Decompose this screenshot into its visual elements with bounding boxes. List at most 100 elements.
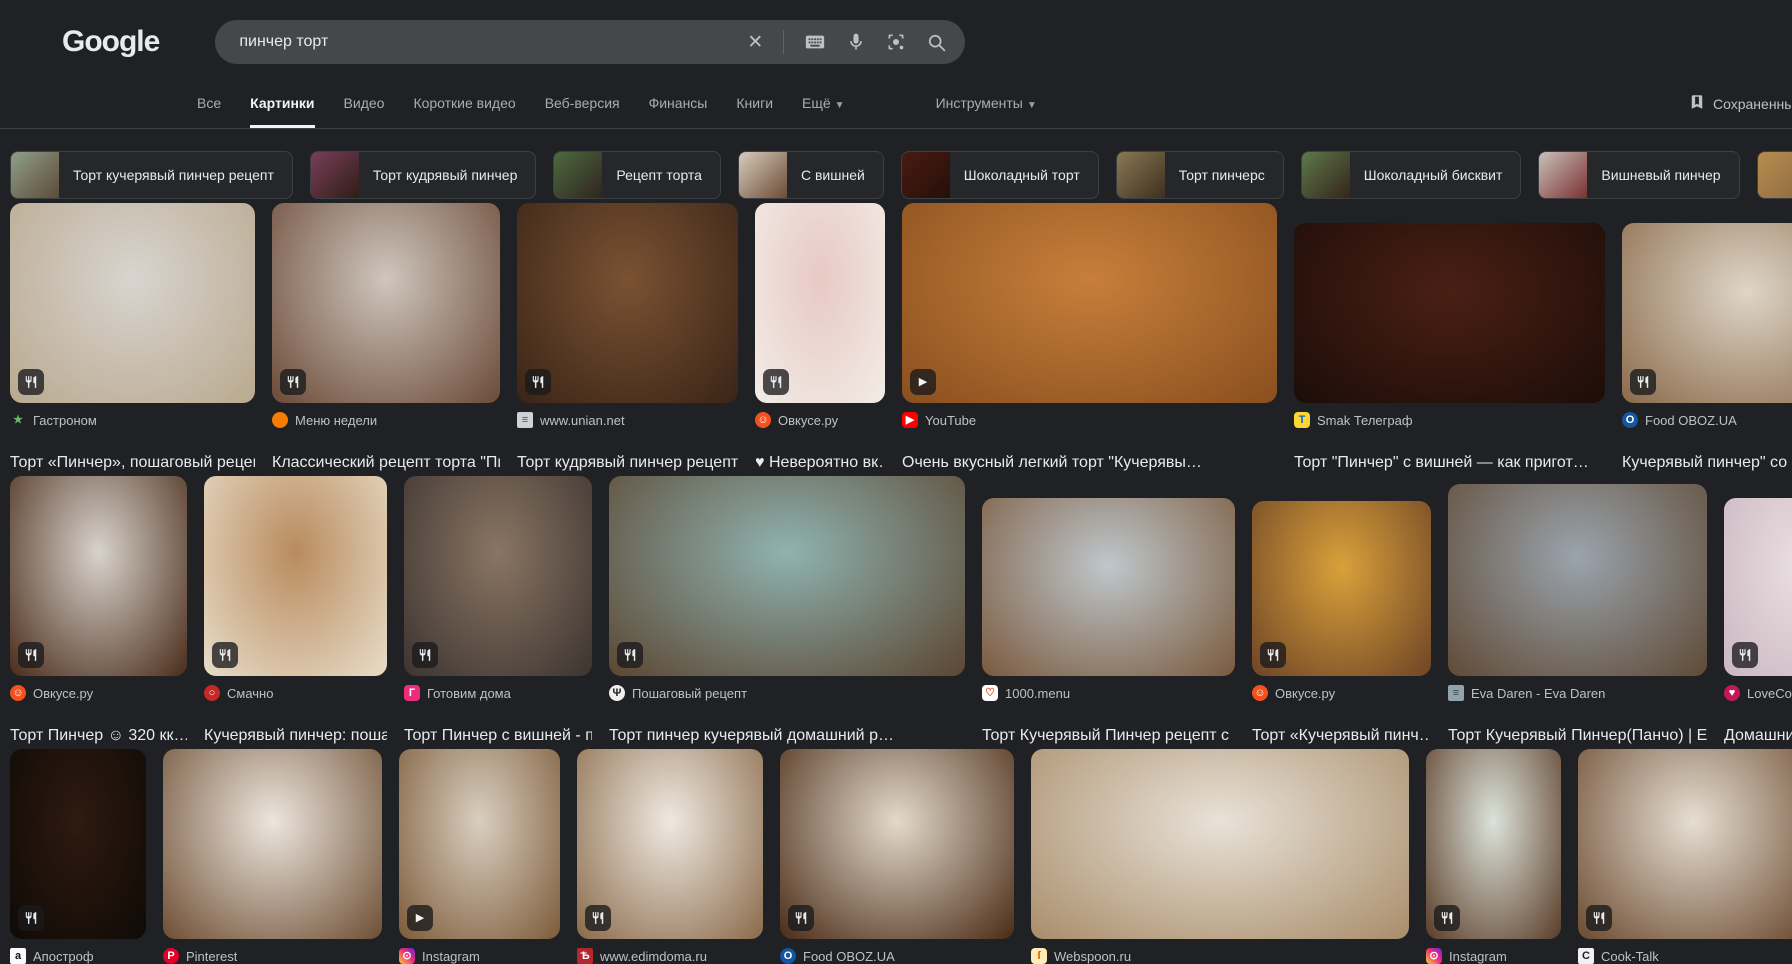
clear-search-icon[interactable]: ✕ (747, 33, 763, 52)
result-thumbnail[interactable] (577, 749, 763, 939)
result-thumbnail[interactable] (272, 203, 500, 403)
result-thumbnail[interactable] (163, 749, 382, 939)
result-title[interactable]: Торт Пинчер с вишней - по… (404, 727, 592, 745)
source-name[interactable]: Webspoon.ru (1054, 949, 1131, 964)
source-name[interactable]: Пошаговый рецепт (632, 686, 747, 701)
tab-3[interactable]: Видео (344, 95, 385, 128)
related-chip[interactable]: С вишней (737, 151, 884, 199)
source-name[interactable]: Food OBOZ.UA (1645, 413, 1737, 428)
tab-1[interactable]: Все (197, 95, 221, 128)
result-title[interactable]: Торт "Пинчер" с вишней — как пригот… (1294, 454, 1605, 472)
source-name[interactable]: Instagram (1449, 949, 1507, 964)
source-name[interactable]: Меню недели (295, 413, 377, 428)
saved-button[interactable]: Сохраненные (1688, 93, 1792, 114)
result-thumbnail[interactable] (1031, 749, 1409, 939)
result-card[interactable]: Ψ Пошаговый рецепт Торт пинчер кучерявый д… (609, 476, 965, 745)
result-title[interactable]: Торт «Кучерявый пинч… (1252, 727, 1431, 745)
source-name[interactable]: Eva Daren - Eva Daren (1471, 686, 1605, 701)
result-card[interactable]: ≡ Eva Daren - Eva Daren Торт Кучерявый Пин… (1448, 484, 1707, 745)
source-name[interactable]: Овкусе.ру (33, 686, 93, 701)
result-title[interactable]: Кучерявый пинчер: пошаговый р… (204, 727, 387, 745)
source-name[interactable]: Смачно (227, 686, 273, 701)
result-thumbnail[interactable] (404, 476, 592, 676)
google-logo[interactable]: Google (62, 25, 160, 59)
result-thumbnail[interactable] (10, 476, 187, 676)
result-title[interactable]: Кучерявый пинчер" со см… (1622, 454, 1792, 472)
result-card[interactable]: ⊙InstagramТорт "Пинчер Кучер… (1426, 749, 1561, 964)
result-thumbnail[interactable] (1426, 749, 1561, 939)
result-title[interactable]: Торт Кучерявый Пинчер рецепт с … (982, 727, 1235, 745)
tab-7[interactable]: Книги (736, 95, 773, 128)
result-thumbnail[interactable] (982, 498, 1235, 676)
result-card[interactable]: ★ Гастроном Торт «Пинчер», пошаговый рецеп… (10, 203, 255, 472)
source-name[interactable]: Cook-Talk (1601, 949, 1659, 964)
related-chip[interactable]: Крем (1756, 151, 1792, 199)
result-title[interactable]: Торт кудрявый пинчер рецепт - ка… (517, 454, 738, 472)
source-name[interactable]: 1000.menu (1005, 686, 1070, 701)
result-thumbnail[interactable]: ▶ (399, 749, 560, 939)
source-name[interactable]: www.unian.net (540, 413, 625, 428)
tab-2[interactable]: Картинки (250, 95, 315, 128)
source-name[interactable]: Food OBOZ.UA (803, 949, 895, 964)
related-chip[interactable]: Торт пинчерс (1115, 151, 1284, 199)
result-card[interactable]: CCook-TalkТорт «Пинчер» — Cook (1578, 749, 1792, 964)
tab-6[interactable]: Финансы (649, 95, 708, 128)
keyboard-icon[interactable] (804, 31, 826, 53)
result-thumbnail[interactable] (1724, 498, 1792, 676)
result-card[interactable]: OFood OBOZ.UAТорт "Пинчер" с вишней - ре… (780, 749, 1014, 964)
source-name[interactable]: Овкусе.ру (1275, 686, 1335, 701)
result-card[interactable]: ſWebspoon.ruТорт «Кучерявый пинчер» с ан… (1031, 749, 1409, 964)
result-thumbnail[interactable] (10, 749, 146, 939)
result-title[interactable]: Торт Пинчер ☺ 320 кк… (10, 727, 187, 745)
result-thumbnail[interactable] (10, 203, 255, 403)
related-chip[interactable]: Торт кучерявый пинчер рецепт (10, 151, 293, 199)
search-input[interactable] (239, 33, 748, 51)
result-card[interactable]: ♡ 1000.menu Торт Кучерявый Пинчер рецепт с… (982, 498, 1235, 745)
source-name[interactable]: Smak Телеграф (1317, 413, 1413, 428)
related-chip[interactable]: Рецепт торта (553, 151, 721, 199)
result-title[interactable]: Торт пинчер кучерявый домашний р… (609, 727, 965, 745)
result-thumbnail[interactable] (1622, 223, 1792, 403)
result-thumbnail[interactable] (780, 749, 1014, 939)
result-card[interactable]: O Food OBOZ.UA Кучерявый пинчер" со см… (1622, 223, 1792, 472)
result-card[interactable]: Г Готовим дома Торт Пинчер с вишней - по… (404, 476, 592, 745)
source-name[interactable]: Instagram (422, 949, 480, 964)
result-card[interactable]: ☺ Овкусе.ру Торт Пинчер ☺ 320 кк… (10, 476, 187, 745)
result-title[interactable]: Домашни (1724, 727, 1792, 745)
search-submit-icon[interactable] (926, 32, 947, 53)
source-name[interactable]: Гастроном (33, 413, 97, 428)
tab-8[interactable]: Ещё ▼ (802, 95, 845, 128)
result-card[interactable]: ≡ www.unian.net Торт кудрявый пинчер рецеп… (517, 203, 738, 472)
result-thumbnail[interactable] (755, 203, 885, 403)
result-card[interactable]: ☺ Овкусе.ру Торт «Кучерявый пинч… (1252, 501, 1431, 745)
result-card[interactable]: ▶ ▶ YouTube Очень вкусный легкий торт "Куче… (902, 203, 1277, 472)
result-title[interactable]: Очень вкусный легкий торт "Кучерявы… (902, 454, 1277, 472)
source-name[interactable]: YouTube (925, 413, 976, 428)
related-chip[interactable]: Торт кудрявый пинчер (309, 151, 537, 199)
voice-search-icon[interactable] (846, 32, 866, 52)
result-card[interactable]: ○ Смачно Кучерявый пинчер: пошаговый р… (204, 476, 387, 745)
tools-button[interactable]: Инструменты ▼ (936, 95, 1037, 128)
result-card[interactable]: Ѣwww.edimdoma.ruТорт «Кучерявый пинчер» … (577, 749, 763, 964)
result-title[interactable]: Классический рецепт торта "Пинче… (272, 454, 500, 472)
result-title[interactable]: Торт Кучерявый Пинчер(Панчо) | Е… (1448, 727, 1707, 745)
search-bar[interactable]: ✕ (215, 20, 966, 64)
result-card[interactable]: ♥ LoveCo Домашни (1724, 498, 1792, 745)
tab-5[interactable]: Веб-версия (545, 95, 620, 128)
result-title[interactable]: Торт «Пинчер», пошаговый рецепт с … (10, 454, 255, 472)
source-name[interactable]: Апостроф (33, 949, 94, 964)
source-name[interactable]: Овкусе.ру (778, 413, 838, 428)
source-name[interactable]: Готовим дома (427, 686, 511, 701)
result-thumbnail[interactable] (204, 476, 387, 676)
source-name[interactable]: Pinterest (186, 949, 237, 964)
result-title[interactable]: ♥ Невероятно вк… (755, 454, 885, 472)
result-card[interactable]: T Smak Телеграф Торт "Пинчер" с вишней — к… (1294, 223, 1605, 472)
source-name[interactable]: LoveCo (1747, 686, 1792, 701)
result-thumbnail[interactable] (609, 476, 965, 676)
result-thumbnail[interactable] (1294, 223, 1605, 403)
related-chip[interactable]: Вишневый пинчер (1538, 151, 1740, 199)
source-name[interactable]: www.edimdoma.ru (600, 949, 707, 964)
result-card[interactable]: ☺ Овкусе.ру ♥ Невероятно вк… (755, 203, 885, 472)
tab-4[interactable]: Короткие видео (413, 95, 515, 128)
result-card[interactable]: Меню недели Классический рецепт торта "Пи… (272, 203, 500, 472)
